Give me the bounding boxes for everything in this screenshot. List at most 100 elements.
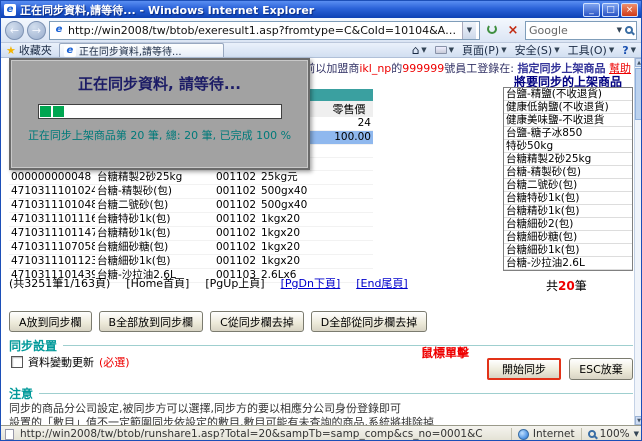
cell-price xyxy=(325,213,373,227)
internet-zone-icon xyxy=(518,429,529,440)
column-header-price: 零售價 xyxy=(325,101,373,117)
sync-product-item[interactable]: 台糖二號砂(包) xyxy=(504,179,632,192)
menu-safety-label: 安全(S) xyxy=(515,42,553,58)
sync-product-item[interactable]: 台鹽-糖子冰850 xyxy=(504,127,632,140)
cell-name: 台糖特砂1k(包) xyxy=(95,213,213,227)
section-divider-line xyxy=(63,345,633,346)
home-icon: ⌂ xyxy=(412,43,420,57)
forward-button[interactable]: → xyxy=(27,21,46,40)
menu-page-label: 頁面(P) xyxy=(462,42,499,58)
window-controls: _ □ × xyxy=(583,3,638,17)
menu-page[interactable]: 頁面(P) ▼ xyxy=(462,42,507,58)
sync-product-item[interactable]: 台糖細砂2(包) xyxy=(504,218,632,231)
zoom-control[interactable]: 100% ▼ xyxy=(581,428,639,441)
remove-from-sync-button[interactable]: C從同步欄去掉 xyxy=(210,311,304,332)
sync-product-item[interactable]: 台糖特砂1k(包) xyxy=(504,192,632,205)
home-button[interactable]: ⌂ ▼ xyxy=(412,43,427,57)
action-button-row: A放到同步欄 B全部放到同步欄 C從同步欄去掉 D全部從同步欄去掉 xyxy=(9,311,427,332)
table-row[interactable]: 4710311101147 台糖精砂1k(包) 001102 1kgx20 xyxy=(9,227,373,241)
scroll-up-icon[interactable]: ▲ xyxy=(635,58,642,67)
sync-product-item[interactable]: 台糖精砂1k(包) xyxy=(504,205,632,218)
sync-product-item[interactable]: 台糖-精製砂(包) xyxy=(504,166,632,179)
security-zone: Internet xyxy=(511,428,575,441)
table-row[interactable]: 4710311107058 台糖細砂糖(包) 001102 1kgx20 xyxy=(9,241,373,255)
back-button[interactable]: ← xyxy=(5,21,24,40)
minimize-button[interactable]: _ xyxy=(583,3,600,17)
favorites-label: 收藏夾 xyxy=(19,42,52,58)
progress-segment xyxy=(40,106,51,117)
status-url: http://win2008/tw/btob/runshare1.asp?Tot… xyxy=(20,428,505,440)
scrollbar-thumb[interactable] xyxy=(635,68,642,120)
search-icon[interactable] xyxy=(625,26,633,34)
cell-spec: 25kg元 xyxy=(259,171,325,185)
cell-category: 001102 xyxy=(213,227,259,241)
sync-product-item[interactable]: 健康低鈉鹽(不收退貨) xyxy=(504,101,632,114)
cell-spec: 500gx40 xyxy=(259,199,325,213)
page-down-link[interactable]: [PgDn下頁] xyxy=(281,275,341,291)
scroll-down-icon[interactable]: ▼ xyxy=(635,416,642,425)
table-row[interactable]: 4710311101048 台糖二號砂(包) 001102 500gx40 xyxy=(9,199,373,213)
favorites-button[interactable]: ★ 收藏夾 xyxy=(6,42,52,58)
cell-barcode: 4710311101024 xyxy=(9,185,95,199)
sync-product-item[interactable]: 台鹽-精鹽(不收退貨) xyxy=(504,88,632,101)
help-button[interactable]: ? ▼ xyxy=(622,44,636,57)
close-button[interactable]: × xyxy=(621,3,638,17)
cell-name: 台糖-精製砂(包) xyxy=(95,185,213,199)
cell-price xyxy=(325,185,373,199)
address-dropdown-icon[interactable]: ▼ xyxy=(462,22,476,39)
stop-button[interactable]: × xyxy=(504,21,522,40)
data-update-label: 資料變動更新 xyxy=(28,354,94,370)
cell-barcode: 4710311101116 xyxy=(9,213,95,227)
sync-product-item[interactable]: 台糖精製2砂25kg xyxy=(504,153,632,166)
sync-product-item[interactable]: 台糖細砂糖(包) xyxy=(504,231,632,244)
address-url[interactable]: http://win2008/tw/btob/exeresult1.asp?fr… xyxy=(68,24,459,37)
cell-name: 台糖精砂1k(包) xyxy=(95,227,213,241)
print-button[interactable]: ▼ xyxy=(435,46,454,54)
sync-product-item[interactable]: 特砂50kg xyxy=(504,140,632,153)
cell-barcode: 4710311107058 xyxy=(9,241,95,255)
esc-cancel-button[interactable]: ESC放棄 xyxy=(569,358,633,380)
search-box[interactable]: Google ▼ xyxy=(525,21,637,40)
print-icon xyxy=(435,46,447,54)
progress-segment xyxy=(53,106,64,117)
add-to-sync-button[interactable]: A放到同步欄 xyxy=(9,311,92,332)
maximize-button[interactable]: □ xyxy=(602,3,619,17)
cell-name: 台糖精製2砂25kg xyxy=(95,171,213,185)
table-row[interactable]: 4710311101024 台糖-精製砂(包) 001102 500gx40 xyxy=(9,185,373,199)
page-scrollbar[interactable]: ▲ ▼ xyxy=(634,58,642,425)
remove-all-from-sync-button[interactable]: D全部從同步欄去掉 xyxy=(311,311,427,332)
zoom-icon xyxy=(588,430,596,438)
data-update-checkbox[interactable] xyxy=(11,356,23,368)
cell-price xyxy=(325,158,373,171)
page-end-link[interactable]: [End尾頁] xyxy=(356,275,408,291)
table-row[interactable]: 4710311101116 台糖特砂1k(包) 001102 1kgx20 xyxy=(9,213,373,227)
cell-spec: 1kgx20 xyxy=(259,227,325,241)
add-all-to-sync-button[interactable]: B全部放到同步欄 xyxy=(99,311,204,332)
zone-label: Internet xyxy=(533,428,575,440)
zoom-dropdown-icon[interactable]: ▼ xyxy=(634,430,639,438)
browser-tab[interactable]: e 正在同步資料,請等待... xyxy=(59,43,224,57)
refresh-button[interactable] xyxy=(483,21,501,40)
safety-dropdown-icon: ▼ xyxy=(554,46,559,54)
table-row[interactable]: 4710311101123 台糖細砂1k(包) 001102 1kgx20 xyxy=(9,255,373,269)
cell-price: 100.00 xyxy=(325,131,373,145)
cell-spec: 1kgx20 xyxy=(259,213,325,227)
cell-name: 台糖細砂糖(包) xyxy=(95,241,213,255)
sync-product-item[interactable]: 台糖細砂1k(包) xyxy=(504,244,632,257)
sync-count: 共20筆 xyxy=(546,277,587,294)
franchise-id: ikl_np xyxy=(359,62,391,75)
table-row[interactable]: 000000000048 台糖精製2砂25kg 001102 25kg元 xyxy=(9,171,373,185)
notice-line-2: 設置的「數目」值不一定範圍同步依設定的數目,數目可能有未查詢的商品,系統將排除掉 xyxy=(9,414,624,425)
sync-product-list[interactable]: 台鹽-精鹽(不收退貨) 健康低鈉鹽(不收退貨) 健康美味鹽-不收退貨 台鹽-糖子… xyxy=(503,87,633,271)
sync-product-item[interactable]: 台糖-沙拉油2.6L xyxy=(504,257,632,270)
search-dropdown-icon[interactable]: ▼ xyxy=(617,26,622,34)
menu-safety[interactable]: 安全(S) ▼ xyxy=(515,42,560,58)
start-sync-button[interactable]: 開始同步 xyxy=(487,358,561,380)
tab-favicon: e xyxy=(64,45,76,57)
cell-name: 台糖細砂1k(包) xyxy=(95,255,213,269)
employee-id: 999999 xyxy=(402,62,444,75)
ie-logo-icon: e xyxy=(4,4,16,16)
menu-tools[interactable]: 工具(O) ▼ xyxy=(568,42,615,58)
sync-product-item[interactable]: 健康美味鹽-不收退貨 xyxy=(504,114,632,127)
address-field[interactable]: e http://win2008/tw/btob/exeresult1.asp?… xyxy=(49,21,480,40)
